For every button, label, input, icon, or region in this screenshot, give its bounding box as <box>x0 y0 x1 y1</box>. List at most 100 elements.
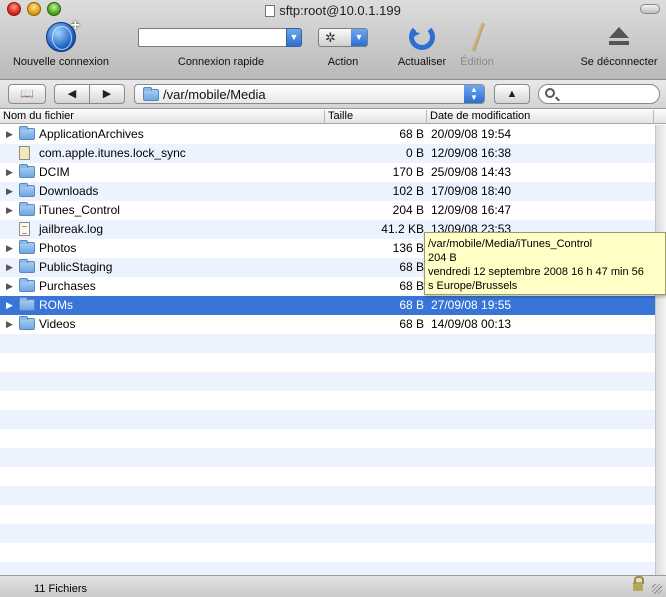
file-date: 20/09/08 19:54 <box>431 127 512 141</box>
file-row[interactable]: com.apple.itunes.lock_sync 0 B 12/09/08 16… <box>0 144 655 163</box>
disclosure-triangle-icon[interactable]: ▶ <box>6 315 13 334</box>
tooltip-timezone: s Europe/Brussels <box>428 280 518 292</box>
disclosure-triangle-icon[interactable]: ▶ <box>6 296 13 315</box>
file-size: 204 B <box>392 203 424 217</box>
column-header-size[interactable]: Taille <box>325 110 427 124</box>
edit-button[interactable]: Édition <box>456 22 498 72</box>
disclosure-triangle-icon[interactable]: ▶ <box>6 201 13 220</box>
bookmarks-button[interactable]: 📖 <box>8 84 46 104</box>
parent-folder-button[interactable]: ▲ <box>494 84 530 104</box>
file-size: 68 B <box>399 298 424 312</box>
disclosure-triangle-icon[interactable]: ▶ <box>6 163 13 182</box>
file-name: iTunes_Control <box>39 203 120 217</box>
tooltip-date: vendredi 12 septembre 2008 16 h 47 min 5… <box>428 266 644 278</box>
back-button[interactable]: ◀ <box>54 84 90 104</box>
chevron-down-icon: ▼ <box>351 29 367 46</box>
edit-label: Édition <box>460 56 494 68</box>
file-name: DCIM <box>39 165 70 179</box>
search-input[interactable] <box>561 87 655 101</box>
disclosure-triangle-icon[interactable]: ▶ <box>6 125 13 144</box>
file-icon <box>19 146 30 160</box>
column-header-name[interactable]: Nom du fichier <box>0 110 325 124</box>
path-popup[interactable]: /var/mobile/Media ▲ ▼ <box>134 84 485 104</box>
book-icon: 📖 <box>20 88 34 100</box>
window-toolbar: sftp:root@10.0.1.199 Nouvelle connexion … <box>0 0 666 80</box>
search-field[interactable] <box>538 84 660 104</box>
forward-button[interactable]: ▶ <box>89 84 125 104</box>
tooltip-size: 204 B <box>428 252 457 264</box>
navigation-bar: 📖 ◀ ▶ /var/mobile/Media ▲ ▼ ▲ <box>0 80 666 109</box>
file-date: 25/09/08 14:43 <box>431 165 512 179</box>
file-size: 0 B <box>405 146 424 160</box>
status-bar: 11 Fichiers <box>0 575 666 597</box>
tooltip-path: /var/mobile/Media/iTunes_Control <box>428 238 593 250</box>
disconnect-label: Se déconnecter <box>580 56 658 68</box>
file-date: 12/09/08 16:47 <box>431 203 512 217</box>
current-path: /var/mobile/Media <box>163 87 266 102</box>
document-icon <box>265 5 276 17</box>
resize-grip-icon[interactable] <box>652 584 662 594</box>
eject-icon <box>608 27 630 47</box>
action-label: Action <box>327 56 359 68</box>
file-date: 27/09/08 19:55 <box>431 298 512 312</box>
disclosure-triangle-icon[interactable]: ▶ <box>6 239 13 258</box>
search-icon <box>545 88 555 98</box>
text-file-icon <box>19 222 30 236</box>
folder-icon <box>19 183 35 197</box>
empty-row <box>0 524 655 543</box>
empty-row <box>0 334 655 353</box>
empty-row <box>0 372 655 391</box>
file-icon-slot <box>19 296 35 315</box>
refresh-button[interactable]: Actualiser <box>394 22 450 72</box>
lock-icon <box>633 576 644 591</box>
column-header-date[interactable]: Date de modification <box>427 110 654 124</box>
file-size: 68 B <box>399 260 424 274</box>
quick-connect-dropdown-button[interactable]: ▼ <box>286 28 302 47</box>
empty-row <box>0 353 655 372</box>
empty-row <box>0 543 655 562</box>
empty-row <box>0 429 655 448</box>
file-size: 68 B <box>399 317 424 331</box>
new-connection-globe-icon <box>46 17 80 52</box>
file-size: 68 B <box>399 127 424 141</box>
file-size: 136 B <box>392 241 424 255</box>
vertical-scrollbar[interactable] <box>655 125 666 575</box>
quick-connect-input[interactable] <box>138 28 288 47</box>
file-row[interactable]: ▶ ROMs 68 B 27/09/08 19:55 <box>0 296 655 315</box>
disclosure-triangle-icon[interactable]: ▶ <box>6 258 13 277</box>
file-icon-slot <box>19 258 35 277</box>
file-size: 170 B <box>392 165 424 179</box>
toolbar-toggle-button[interactable] <box>640 4 660 14</box>
disconnect-button[interactable]: Se déconnecter <box>574 22 664 72</box>
file-row[interactable]: ▶ DCIM 170 B 25/09/08 14:43 <box>0 163 655 182</box>
file-size: 68 B <box>399 279 424 293</box>
file-row[interactable]: ▶ Videos 68 B 14/09/08 00:13 <box>0 315 655 334</box>
file-icon-slot <box>19 239 35 258</box>
disclosure-triangle-icon[interactable]: ▶ <box>6 182 13 201</box>
back-arrow-icon: ◀ <box>67 88 77 100</box>
pencil-icon <box>470 22 486 52</box>
file-icon-slot <box>19 220 30 239</box>
chevron-down-icon: ▼ <box>289 32 299 42</box>
file-row[interactable]: ▶ Downloads 102 B 17/09/08 18:40 <box>0 182 655 201</box>
file-list: ▶ ApplicationArchives 68 B 20/09/08 19:54 co… <box>0 125 655 581</box>
disclosure-triangle-icon[interactable]: ▶ <box>6 277 13 296</box>
empty-row <box>0 448 655 467</box>
empty-row <box>0 486 655 505</box>
file-count: 11 Fichiers <box>34 583 87 595</box>
file-row[interactable]: ▶ iTunes_Control 204 B 12/09/08 16:47 <box>0 201 655 220</box>
folder-icon <box>19 126 35 140</box>
file-icon-slot <box>19 201 35 220</box>
file-info-tooltip: /var/mobile/Media/iTunes_Control 204 B v… <box>424 232 666 295</box>
action-menu-button[interactable]: ✲ ▼ <box>318 28 368 47</box>
window-title-text: sftp:root@10.0.1.199 <box>279 3 401 18</box>
empty-row <box>0 410 655 429</box>
file-name: Purchases <box>39 279 96 293</box>
new-connection-button[interactable]: Nouvelle connexion <box>8 17 114 72</box>
file-name: Videos <box>39 317 76 331</box>
folder-icon <box>19 316 35 330</box>
empty-row <box>0 505 655 524</box>
file-row[interactable]: ▶ ApplicationArchives 68 B 20/09/08 19:54 <box>0 125 655 144</box>
file-date: 12/09/08 16:38 <box>431 146 512 160</box>
new-connection-label: Nouvelle connexion <box>12 56 109 68</box>
